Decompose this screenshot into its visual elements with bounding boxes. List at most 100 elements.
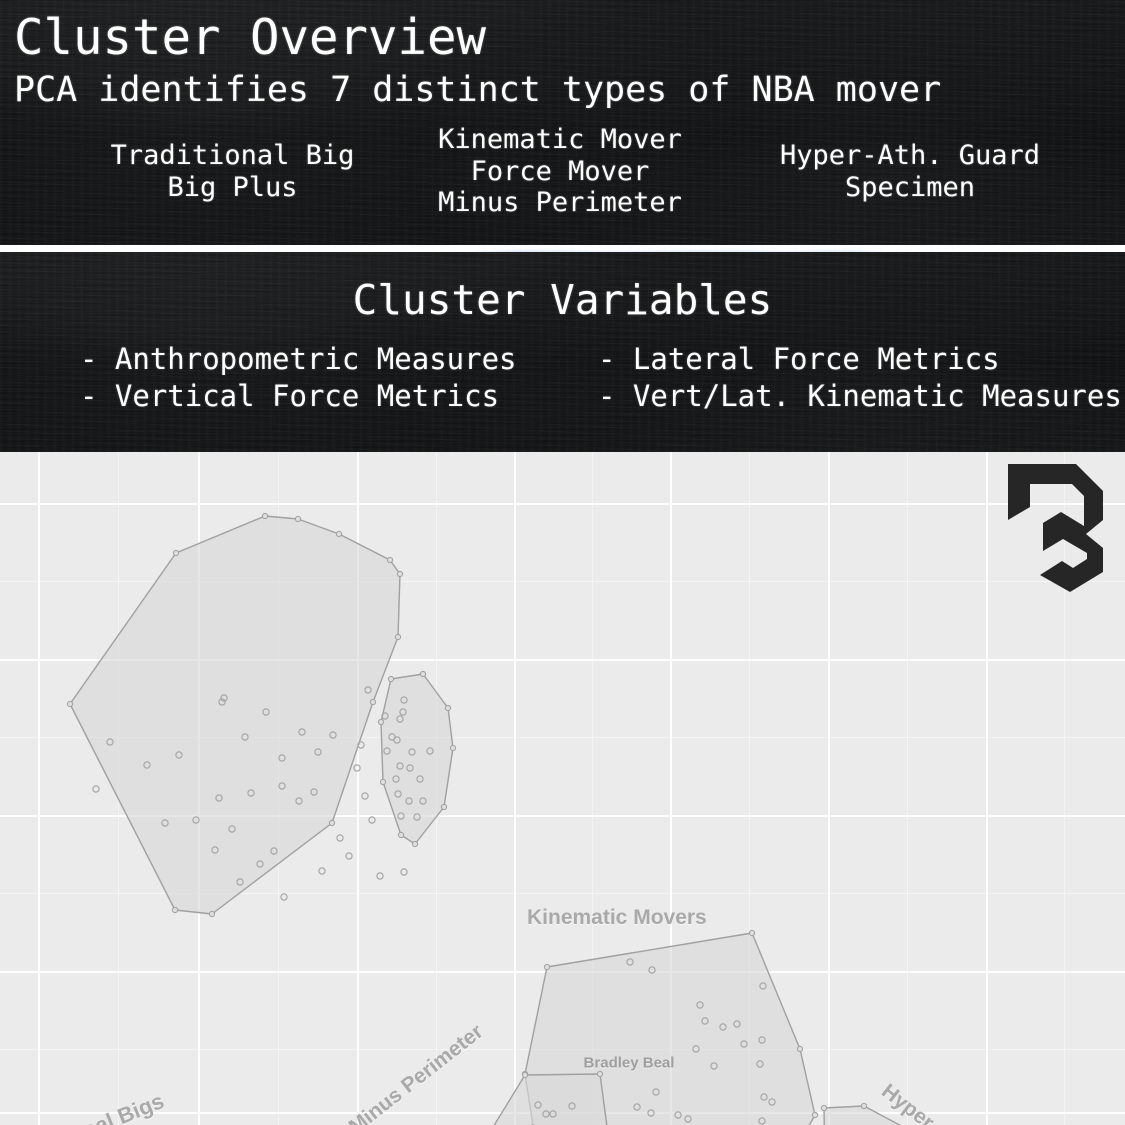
hull-vertex-point <box>172 549 180 557</box>
scatter-point <box>696 1001 704 1009</box>
hull-vertex-point <box>335 530 343 538</box>
scatter-point <box>381 712 389 720</box>
variable-item: - Anthropometric Measures <box>80 342 517 376</box>
hull-vertex-point <box>261 512 269 520</box>
pca-cluster-scatter-plot: Traditional BigsMinus PerimeterKinematic… <box>0 452 1125 1125</box>
hull-vertex-point <box>444 704 452 712</box>
header-panel: Cluster Overview PCA identifies 7 distin… <box>0 0 1125 245</box>
scatter-point <box>392 775 400 783</box>
cluster-variables-panel: Cluster Variables - Anthropometric Measu… <box>0 252 1125 452</box>
hull-vertex-point <box>449 744 457 752</box>
scatter-point <box>256 860 264 868</box>
scatter-point <box>760 1093 768 1101</box>
scatter-point <box>161 819 169 827</box>
scatter-point <box>278 782 286 790</box>
scatter-point <box>405 797 413 805</box>
scatter-point <box>426 747 434 755</box>
hull-vertex-point <box>397 831 405 839</box>
hull-vertex-point <box>521 1071 529 1079</box>
cluster-name: Minus Perimeter <box>438 187 682 219</box>
hull-vertex-point <box>394 633 402 641</box>
scatter-point <box>310 788 318 796</box>
scatter-point <box>368 816 376 824</box>
scatter-point <box>353 764 361 772</box>
scatter-point <box>393 736 401 744</box>
cluster-variables-title: Cluster Variables <box>352 276 773 324</box>
scatter-point <box>298 728 306 736</box>
b-monogram-logo <box>1008 464 1103 592</box>
cluster-name: Kinematic Mover <box>438 124 682 155</box>
hull-vertex-point <box>596 1070 604 1078</box>
scatter-point <box>758 1117 766 1125</box>
scatter-point <box>419 797 427 805</box>
hull-vertex-point <box>748 929 756 937</box>
cluster-name-column-1: Traditional Big Big Plus <box>60 140 405 203</box>
cluster-name-column-2: Kinematic Mover Force Mover Minus Perime… <box>380 124 740 219</box>
scatter-point <box>357 741 365 749</box>
hull-vertex-point <box>377 718 385 726</box>
scatter-point <box>701 1017 709 1025</box>
scatter-point <box>399 708 407 716</box>
scatter-point <box>768 1098 776 1106</box>
hull-vertex-point <box>419 670 427 678</box>
hull-vertex-point <box>820 1104 828 1112</box>
panel-divider <box>0 245 1125 252</box>
scatter-point <box>241 733 249 741</box>
scatter-point <box>684 1115 692 1123</box>
hull-vertex-point <box>386 556 394 564</box>
hull-vertex-point <box>369 698 377 706</box>
scatter-point <box>568 1102 576 1110</box>
scatter-point <box>211 846 219 854</box>
scatter-point <box>345 852 353 860</box>
scatter-point <box>236 878 244 886</box>
scatter-point <box>192 816 200 824</box>
scatter-point <box>534 1101 542 1109</box>
scatter-point <box>648 966 656 974</box>
scatter-point <box>549 1110 557 1118</box>
scatter-point <box>719 1023 727 1031</box>
hull-vertex-point <box>796 1045 804 1053</box>
hull-vertex-point <box>171 906 179 914</box>
scatter-point <box>228 825 236 833</box>
scatter-point <box>633 1103 641 1111</box>
cluster-name-column-3: Hyper-Ath. Guard Specimen <box>730 140 1090 203</box>
scatter-point <box>215 794 223 802</box>
scatter-point <box>400 868 408 876</box>
player-points <box>66 512 868 1125</box>
scatter-point <box>626 958 634 966</box>
scatter-point <box>383 747 391 755</box>
cluster-name: Big Plus <box>167 171 298 203</box>
hull-vertex-point <box>543 963 551 971</box>
cluster-name: Hyper-Ath. Guard <box>779 140 1041 171</box>
scatter-point <box>247 789 255 797</box>
scatter-point <box>262 708 270 716</box>
cluster-name: Specimen <box>844 171 976 203</box>
hull-vertex-point <box>294 515 302 523</box>
hull-vertex-point <box>860 1102 868 1110</box>
scatter-point <box>733 1020 741 1028</box>
scatter-point <box>400 696 408 704</box>
scatter-point <box>674 1111 682 1119</box>
hull-vertex-point <box>328 819 336 827</box>
cluster-hull-label: Kinematic Movers <box>527 906 707 929</box>
scatter-point <box>336 834 344 842</box>
scatter-point <box>376 872 384 880</box>
hull-vertex-point <box>411 840 419 848</box>
hull-vertex-point <box>208 910 216 918</box>
page-subtitle: PCA identifies 7 distinct types of NBA m… <box>14 70 942 110</box>
scatter-point <box>396 762 404 770</box>
scatter-point <box>143 761 151 769</box>
scatter-point <box>280 893 288 901</box>
scatter-point <box>758 1036 766 1044</box>
scatter-point <box>397 812 405 820</box>
variable-item: - Vert/Lat. Kinematic Measures <box>598 379 1122 413</box>
hull-vertex-point <box>387 675 395 683</box>
variable-item: - Vertical Force Metrics <box>80 379 500 413</box>
scatter-point <box>175 751 183 759</box>
cluster-name: Force Mover <box>470 155 650 187</box>
scatter-point <box>692 1045 700 1053</box>
scatter-point <box>396 715 404 723</box>
hull-vertex-point <box>811 1111 819 1119</box>
hull-vertex-point <box>66 700 74 708</box>
scatter-point <box>406 764 414 772</box>
